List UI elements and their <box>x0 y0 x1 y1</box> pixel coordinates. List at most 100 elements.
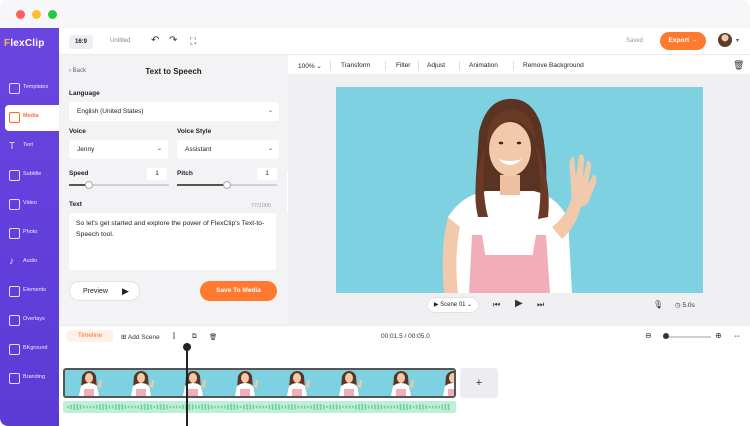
aspect-ratio-button[interactable]: 16:9 <box>69 35 93 49</box>
add-scene-button[interactable]: ⊞ Add Scene <box>121 333 160 341</box>
speed-value-box[interactable]: 1 <box>147 168 167 180</box>
waveform-bar <box>393 405 395 409</box>
waveform-bar <box>396 405 399 409</box>
zoom-out-icon[interactable]: ⊖ <box>645 331 652 340</box>
waveform-bar <box>211 405 213 409</box>
sidebar-item-background[interactable]: BKground <box>0 337 59 363</box>
speed-slider[interactable] <box>69 181 169 189</box>
video-canvas[interactable] <box>336 87 703 293</box>
templates-icon <box>9 83 20 94</box>
app-logo[interactable]: FlexClip <box>4 38 45 49</box>
close-window-dot[interactable] <box>16 10 25 19</box>
waveform-bar <box>262 405 264 409</box>
project-title[interactable]: Untitled <box>110 38 130 44</box>
undo-icon[interactable]: ↶ <box>151 36 159 46</box>
minimize-window-dot[interactable] <box>32 10 41 19</box>
audio-track[interactable] <box>63 401 456 413</box>
skip-forward-icon[interactable]: ⏭ <box>537 300 544 310</box>
waveform-bar <box>220 405 223 409</box>
waveform-bar <box>355 404 357 410</box>
waveform-bar <box>73 404 75 410</box>
waveform-bar <box>159 404 162 410</box>
scene-clip[interactable] <box>63 368 456 398</box>
pitch-value-box[interactable]: 1 <box>257 168 277 180</box>
save-to-media-button[interactable]: Save To Media <box>200 281 277 301</box>
scene-selector[interactable]: ▶ Scene 01 ⌄ <box>427 297 479 313</box>
waveform-bar <box>342 405 344 409</box>
sidebar-item-branding[interactable]: Branding <box>0 366 59 392</box>
sidebar-item-label: Subtitle <box>23 171 42 177</box>
video-icon <box>9 199 20 210</box>
waveform-bar <box>412 405 415 409</box>
zoom-in-icon[interactable]: ⊕ <box>715 331 722 340</box>
waveform-bar <box>323 404 325 410</box>
sidebar-item-photo[interactable]: Photo <box>0 221 59 247</box>
duplicate-icon[interactable]: ⧉ <box>192 333 197 341</box>
sidebar-item-text[interactable]: T Text <box>0 134 59 160</box>
waveform-bar <box>383 405 386 409</box>
play-icon[interactable]: ▶ <box>515 298 523 309</box>
waveform-bar <box>406 403 408 411</box>
waveform-bar <box>364 404 367 410</box>
sidebar-item-subtitle[interactable]: Subtitle <box>0 163 59 189</box>
waveform-bar <box>415 404 418 410</box>
preview-button[interactable]: Preview ▶ <box>69 281 140 301</box>
pitch-slider[interactable] <box>177 181 277 189</box>
sidebar-item-overlays[interactable]: Overlays <box>0 308 59 334</box>
fit-timeline-icon[interactable]: ⇔ <box>733 331 741 340</box>
waveform-bar <box>444 403 447 411</box>
timeline-zoom-knob[interactable] <box>663 333 669 339</box>
speech-text-input[interactable]: So let's get started and explore the pow… <box>69 213 276 270</box>
filter-button[interactable]: Filter <box>396 62 410 69</box>
remove-background-button[interactable]: Remove Background <box>523 62 584 69</box>
fullscreen-icon[interactable]: ⛶ <box>190 36 196 46</box>
adjust-button[interactable]: Adjust <box>427 62 445 69</box>
toolbar-divider <box>330 61 331 70</box>
sidebar-item-elements[interactable]: Elements <box>0 279 59 305</box>
timeline-tab[interactable]: Timeline <box>67 330 113 342</box>
waveform-bar <box>367 405 370 409</box>
trash-icon[interactable]: 🗑 <box>209 333 217 341</box>
animation-button[interactable]: Animation <box>469 62 498 69</box>
avatar[interactable] <box>718 33 732 47</box>
transform-button[interactable]: Transform <box>341 62 370 69</box>
waveform-bar <box>339 405 341 409</box>
split-icon[interactable]: ⫿ <box>173 333 175 341</box>
trash-icon[interactable]: 🗑 <box>733 60 744 71</box>
playhead[interactable] <box>186 345 188 426</box>
timeline-zoom-slider[interactable] <box>663 336 711 338</box>
sidebar-item-templates[interactable]: Templates <box>0 76 59 102</box>
waveform-bar <box>230 403 232 411</box>
language-select[interactable]: English (United States) ⌄ <box>69 102 279 121</box>
waveform-bar <box>172 405 175 409</box>
sidebar-item-media[interactable]: Media <box>5 105 59 131</box>
waveform-bar <box>163 404 165 410</box>
playhead-handle[interactable] <box>183 343 191 351</box>
timeline-time: 00:01.5 / 00:05.0 <box>381 333 430 340</box>
waveform-bar <box>147 404 149 410</box>
scene-duration[interactable]: ◷ 5.0s <box>675 301 695 309</box>
branding-icon <box>9 373 20 384</box>
waveform-bar <box>268 404 271 410</box>
sidebar-item-label: Video <box>23 200 37 206</box>
skip-back-icon[interactable]: ⏮ <box>493 300 500 310</box>
export-button[interactable]: Export → <box>660 32 706 50</box>
waveform-bar <box>435 405 437 409</box>
sidebar-item-audio[interactable]: ♪ Audio <box>0 250 59 276</box>
sidebar-item-video[interactable]: Video <box>0 192 59 218</box>
maximize-window-dot[interactable] <box>48 10 57 19</box>
waveform-bar <box>156 404 159 410</box>
chevron-down-icon[interactable]: ▾ <box>736 37 739 44</box>
voice-style-select[interactable]: Assistant ⌄ <box>177 140 279 159</box>
voice-select[interactable]: Jenny ⌄ <box>69 140 168 159</box>
waveform-bar <box>86 405 88 409</box>
waveform-bar <box>92 405 95 409</box>
zoom-select[interactable]: 100% ⌄ <box>298 62 322 70</box>
back-button[interactable]: ‹ Back <box>69 68 86 74</box>
pitch-slider-knob[interactable] <box>223 181 231 189</box>
add-scene-plus-button[interactable]: + <box>460 368 498 398</box>
redo-icon[interactable]: ↷ <box>169 36 177 46</box>
waveform-bar <box>166 404 168 410</box>
speed-slider-knob[interactable] <box>85 181 93 189</box>
microphone-icon[interactable]: 🎙 <box>653 300 663 309</box>
